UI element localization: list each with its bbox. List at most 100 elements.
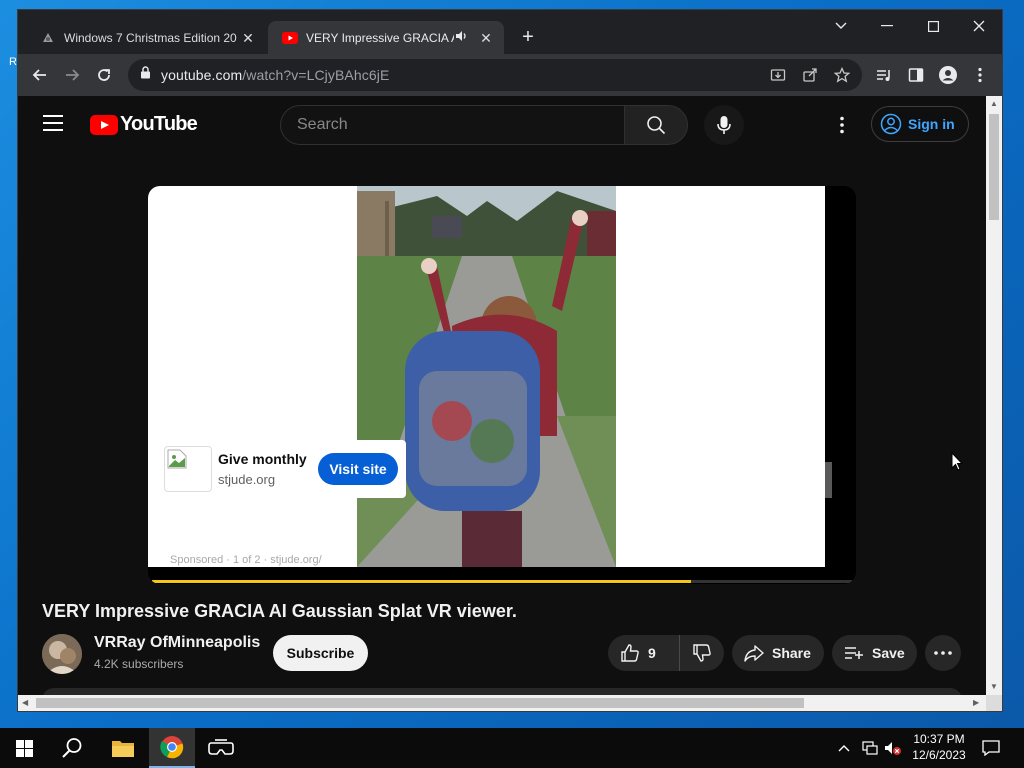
search-box — [280, 105, 625, 145]
folder-icon — [112, 741, 134, 757]
network-icon[interactable] — [862, 728, 878, 768]
close-window-button[interactable] — [956, 10, 1002, 42]
mouse-pointer-icon — [951, 451, 964, 476]
ad-progress-bar[interactable] — [152, 580, 852, 583]
sign-in-button[interactable]: Sign in — [871, 106, 969, 142]
microphone-icon — [717, 116, 731, 134]
search-button[interactable] — [624, 105, 688, 145]
like-button[interactable]: 9 — [608, 635, 680, 671]
chrome-menu-icon[interactable] — [967, 62, 993, 88]
new-tab-button[interactable]: + — [516, 26, 540, 50]
windows-logo-icon — [15, 739, 33, 757]
vertical-scrollbar[interactable]: ▲ ▼ — [986, 96, 1002, 695]
more-horizontal-icon — [934, 651, 952, 655]
taskbar-clock[interactable]: 10:37 PM 12/6/2023 — [905, 731, 973, 763]
volume-muted-icon[interactable] — [884, 728, 902, 768]
channel-avatar[interactable] — [42, 634, 82, 674]
playlist-add-icon — [845, 647, 863, 659]
like-dislike-group: 9 — [608, 635, 724, 671]
scroll-left-arrow-icon[interactable]: ◀ — [22, 698, 28, 707]
audio-playing-icon[interactable] — [454, 29, 470, 46]
taskbar-vr-app[interactable] — [198, 728, 244, 768]
start-button[interactable] — [4, 728, 44, 768]
ad-overlay-card[interactable]: Give monthly stjude.org Visit site — [158, 440, 406, 498]
skip-next-icon — [812, 474, 826, 486]
dislike-button[interactable] — [680, 643, 724, 663]
lock-icon[interactable] — [140, 66, 151, 84]
save-button[interactable]: Save — [832, 635, 917, 671]
visit-site-button[interactable]: Visit site — [318, 453, 398, 485]
tab-close-icon[interactable]: ✕ — [478, 30, 494, 46]
side-panel-icon[interactable] — [903, 62, 929, 88]
maximize-button[interactable] — [910, 10, 956, 42]
more-actions-button[interactable] — [925, 635, 961, 671]
ad-sponsored-label: Sponsored · 1 of 2 · stjude.org/ — [170, 554, 322, 566]
site-favicon-icon — [40, 30, 56, 46]
vertical-scroll-thumb[interactable] — [989, 114, 999, 220]
thumbs-up-icon — [621, 644, 639, 662]
windows-taskbar: 10:37 PM 12/6/2023 — [0, 728, 1024, 768]
scroll-right-arrow-icon[interactable]: ▶ — [973, 698, 979, 707]
chrome-icon — [160, 736, 184, 759]
url-text: youtube.com/watch?v=LCjyBAhc6jE — [161, 67, 390, 83]
tab-strip: Windows 7 Christmas Edition 20 ✕ VERY Im… — [18, 10, 1002, 54]
tab-youtube-video[interactable]: VERY Impressive GRACIA AI ✕ — [268, 21, 504, 54]
youtube-page: YouTube Sign in — [18, 96, 986, 695]
reload-button[interactable] — [91, 62, 117, 88]
back-button[interactable] — [27, 62, 53, 88]
clock-time: 10:37 PM — [913, 732, 965, 746]
action-center-icon[interactable] — [982, 728, 1000, 768]
youtube-favicon-icon — [282, 30, 298, 46]
share-arrow-icon — [744, 645, 764, 662]
scroll-down-arrow-icon[interactable]: ▼ — [990, 682, 998, 691]
install-app-icon[interactable] — [770, 67, 786, 88]
guide-menu-icon[interactable] — [43, 115, 63, 131]
tab-title: VERY Impressive GRACIA AI — [306, 30, 454, 45]
horizontal-scroll-thumb[interactable] — [36, 698, 804, 708]
description-box[interactable] — [42, 688, 962, 695]
ad-video-content — [357, 186, 616, 567]
profile-avatar-icon[interactable] — [935, 62, 961, 88]
horizontal-scrollbar[interactable]: ◀ ▶ — [18, 695, 986, 711]
tab-windows7-christmas[interactable]: Windows 7 Christmas Edition 20 ✕ — [26, 21, 266, 54]
account-circle-icon — [880, 113, 902, 135]
thumbs-down-icon — [693, 644, 711, 662]
tab-close-icon[interactable]: ✕ — [240, 30, 256, 46]
search-input[interactable] — [297, 116, 624, 134]
browser-toolbar: youtube.com/watch?v=LCjyBAhc6jE — [18, 54, 1002, 96]
ad-video-frame[interactable]: Give monthly stjude.org Visit site Spons… — [148, 186, 825, 567]
taskbar-chrome[interactable] — [149, 728, 195, 768]
like-count: 9 — [648, 645, 656, 661]
address-bar[interactable]: youtube.com/watch?v=LCjyBAhc6jE — [128, 59, 862, 91]
ad-progress-fill — [152, 580, 691, 583]
video-player[interactable]: Give monthly stjude.org Visit site Spons… — [148, 186, 856, 584]
youtube-masthead: YouTube Sign in — [18, 96, 986, 152]
youtube-logo[interactable]: YouTube — [90, 113, 198, 136]
taskbar-file-explorer[interactable] — [101, 728, 145, 768]
forward-button[interactable] — [59, 62, 85, 88]
desktop-icon-label-fragment: R — [9, 56, 17, 68]
chevron-up-icon — [838, 745, 850, 752]
vr-headset-icon — [208, 739, 234, 755]
voice-search-button[interactable] — [704, 105, 744, 145]
clock-date: 12/6/2023 — [912, 748, 966, 762]
ad-advertiser-image — [164, 446, 212, 492]
subscribe-button[interactable]: Subscribe — [273, 635, 368, 671]
share-button[interactable]: Share — [732, 635, 824, 671]
bookmark-star-icon[interactable] — [833, 66, 851, 88]
show-hidden-icons-button[interactable] — [838, 728, 850, 768]
settings-kebab-icon[interactable] — [830, 113, 854, 137]
skip-ad-button[interactable]: Skip — [758, 462, 832, 498]
video-title: VERY Impressive GRACIA AI Gaussian Splat… — [42, 601, 517, 621]
tab-search-icon[interactable] — [818, 10, 864, 42]
media-control-icon[interactable] — [871, 62, 897, 88]
minimize-button[interactable] — [864, 10, 910, 42]
scrollbar-corner — [986, 695, 1002, 711]
chrome-window: Windows 7 Christmas Edition 20 ✕ VERY Im… — [17, 9, 1003, 712]
scroll-up-arrow-icon[interactable]: ▲ — [990, 99, 998, 108]
search-icon — [62, 738, 82, 758]
share-page-icon[interactable] — [802, 67, 818, 88]
taskbar-search-button[interactable] — [52, 728, 92, 768]
channel-name[interactable]: VRRay OfMinneapolis — [94, 634, 260, 652]
search-icon — [647, 116, 666, 135]
